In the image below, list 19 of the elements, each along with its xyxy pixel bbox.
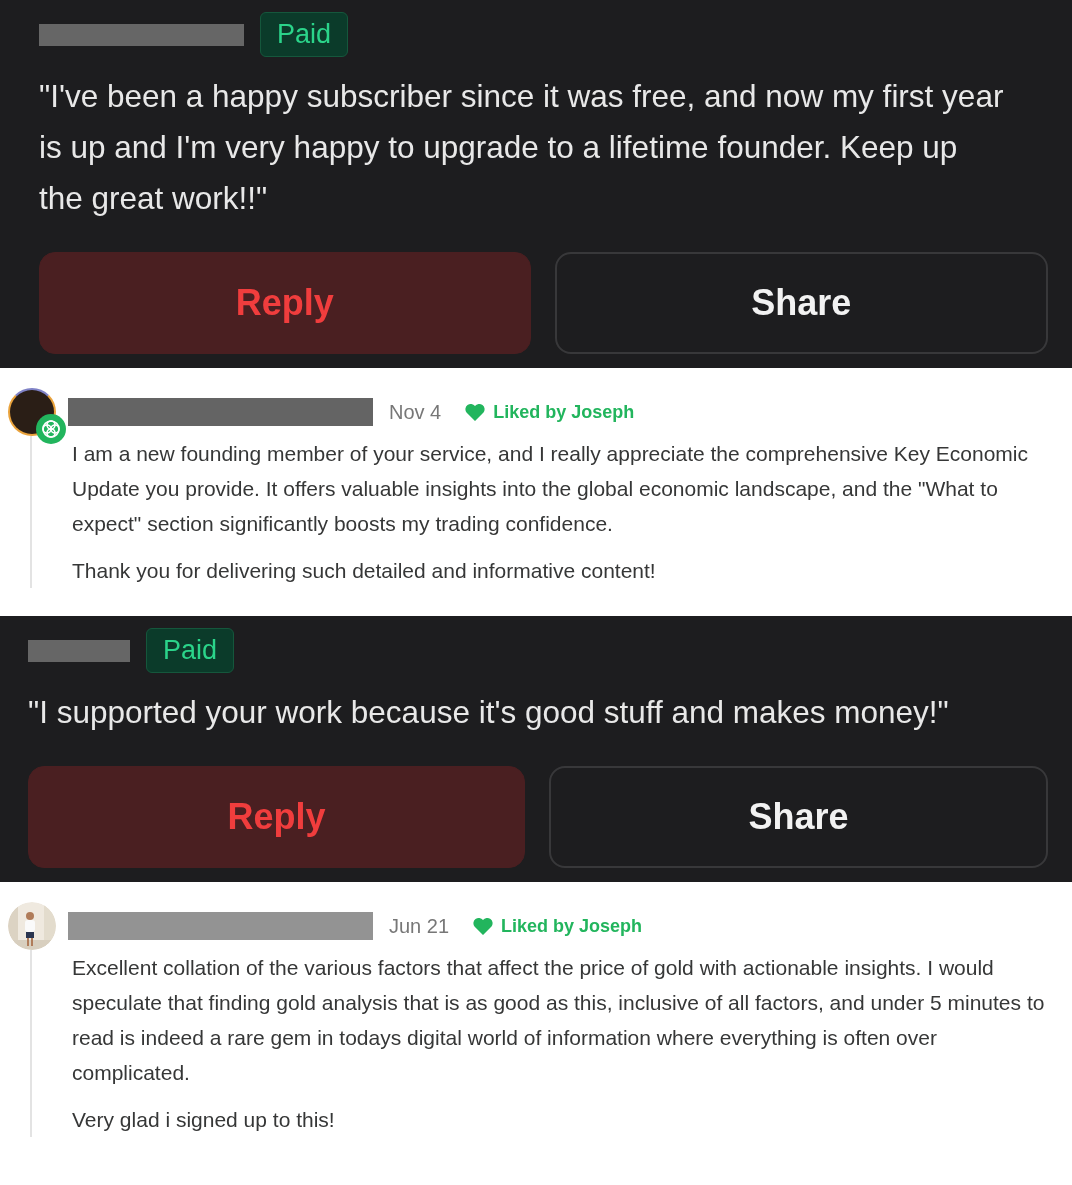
comment-text: Very glad i signed up to this!: [72, 1107, 336, 1134]
reply-button[interactable]: Reply: [28, 766, 525, 869]
comment-text: Thank you for delivering such detailed and informative content!: [72, 558, 657, 585]
liked-by-label: Liked by Joseph: [501, 914, 643, 938]
testimonial-quote: "I supported your work because it's good stuff and makes money!": [28, 693, 950, 733]
badge-icon: [36, 414, 66, 445]
paid-badge: Paid: [146, 628, 235, 674]
comment-date: Jun 21: [389, 914, 450, 940]
comment-date: Nov 4: [389, 400, 442, 426]
liked-by-label: Liked by Joseph: [493, 400, 635, 424]
testimonial-quote: "I've been a happy subscriber since it was free, and now my first year is up and I'm very happy to upgrade to a lifetime founder. Keep up the great work!!": [39, 77, 1005, 219]
paid-badge: Paid: [260, 12, 349, 58]
share-button[interactable]: Share: [549, 766, 1048, 869]
comment-text: I am a new founding member of your service, and I really appreciate the comprehensive Key Economic Update you provide. It offers valuable insights into the global economic landscape, and the "What to expect" section significantly boosts my trading confidence.: [72, 441, 1029, 538]
heart-icon: [473, 917, 494, 936]
heart-icon: [465, 403, 486, 422]
share-button[interactable]: Share: [554, 252, 1048, 355]
reply-button[interactable]: Reply: [39, 252, 531, 355]
comment-text: Excellent collation of the various factors that affect the price of gold with actionable insights. I would speculate that finding gold analysis that is as good as this, inclusive of all factors, and under 5 minutes to read is indeed a rare gem in todays digital world of information where everything is often over complicated.: [72, 955, 1046, 1087]
